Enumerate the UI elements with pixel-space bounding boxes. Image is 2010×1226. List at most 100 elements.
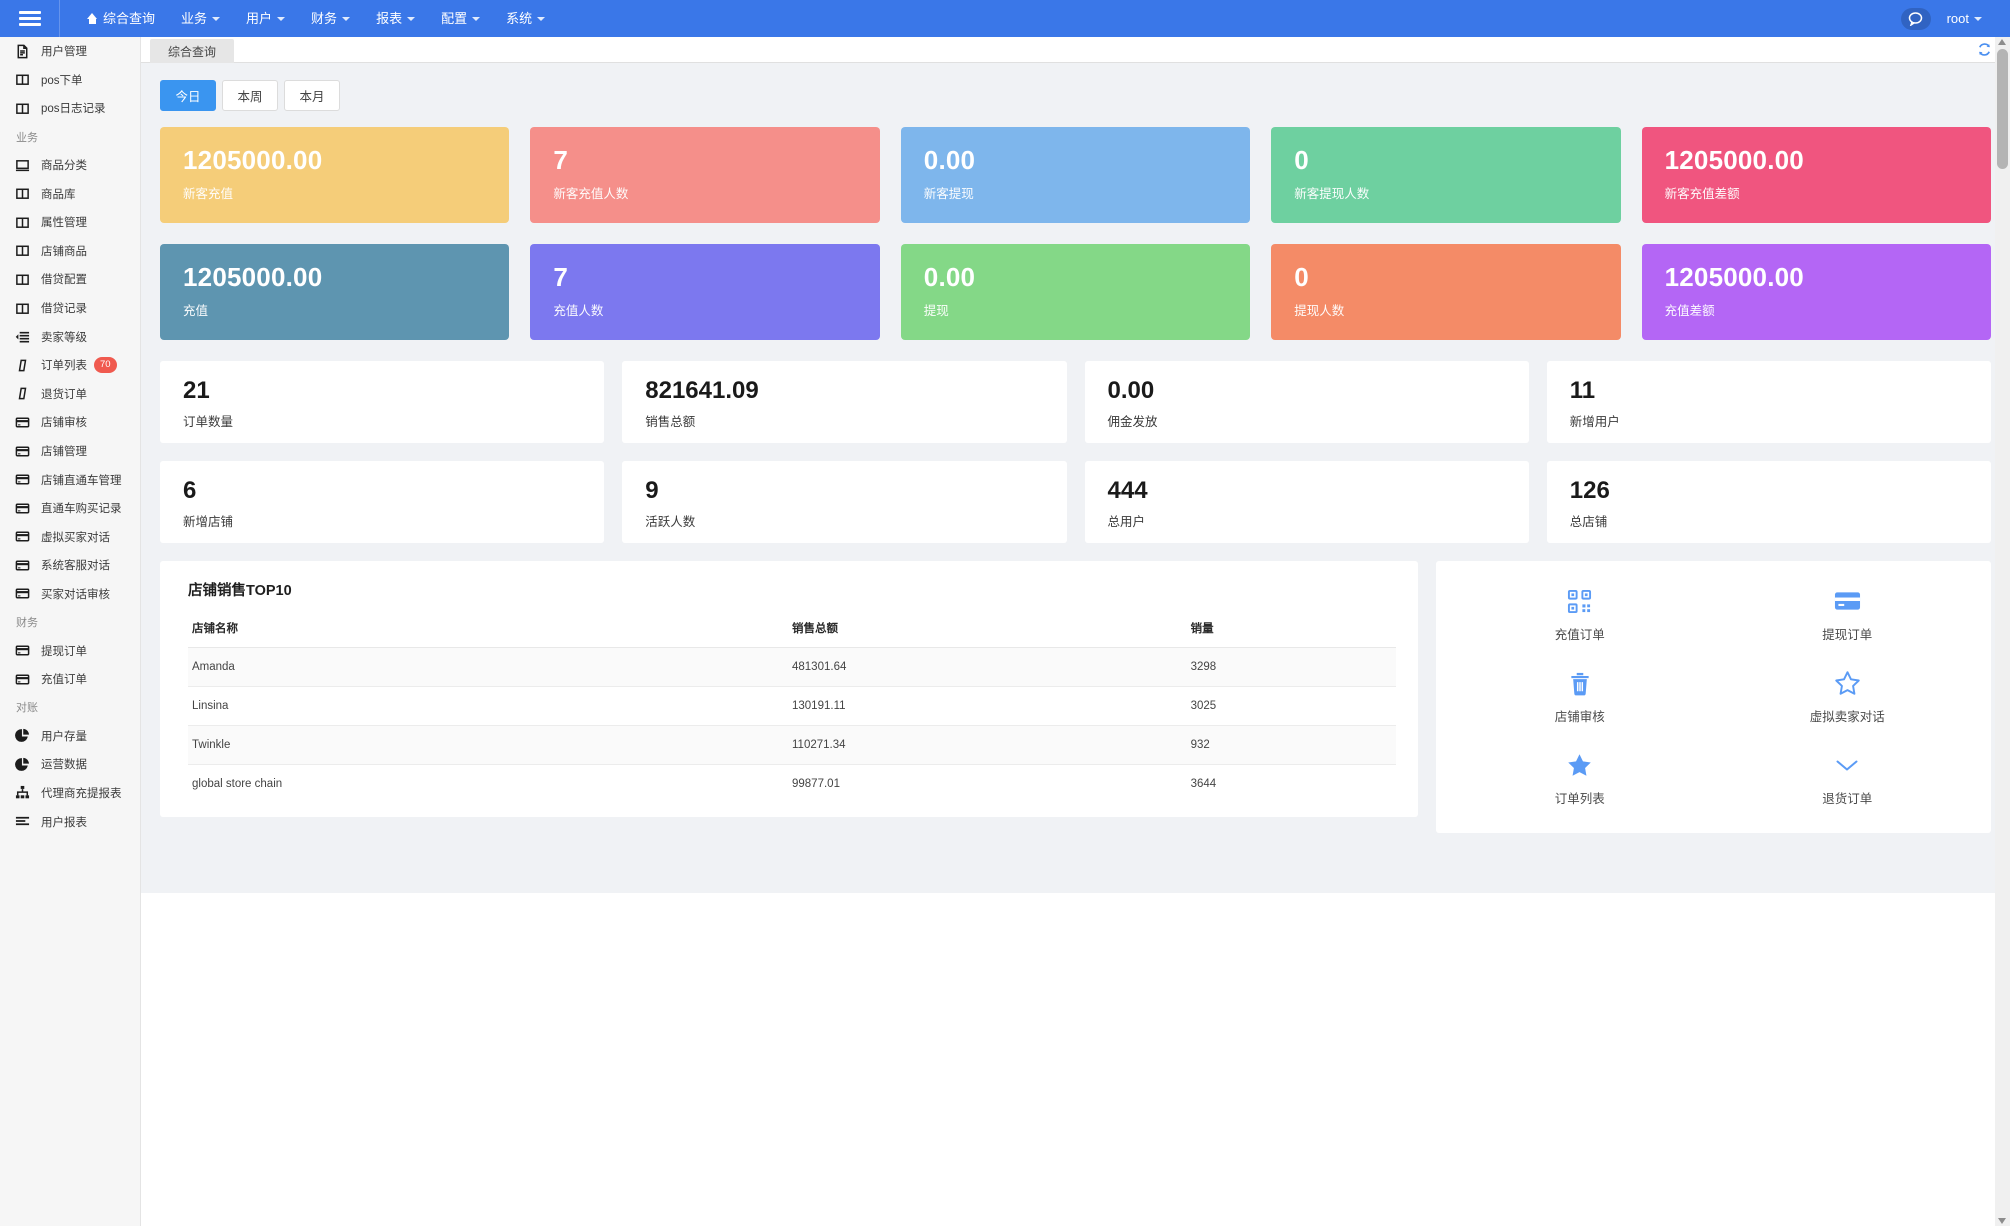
sidebar-item-5[interactable]: 商品分类 xyxy=(0,151,140,180)
user-menu[interactable]: root xyxy=(1947,11,1982,26)
sidebar-item-28[interactable]: 用户报表 xyxy=(0,807,140,836)
sidebar-group-title: 财务 xyxy=(16,617,38,630)
kpi-card-3[interactable]: 0.00 新客提现 xyxy=(900,127,1251,223)
sidebar-item-27[interactable]: 代理商充提报表 xyxy=(0,779,140,808)
sidebar-item-20[interactable]: 买家对话审核 xyxy=(0,580,140,609)
cell-shop-name: Linsina xyxy=(188,686,792,726)
sidebar-item-15[interactable]: 店铺管理 xyxy=(0,437,140,466)
cell-quantity: 3025 xyxy=(1190,686,1396,726)
credit-card-icon xyxy=(1834,587,1861,615)
trash-icon xyxy=(1569,669,1591,697)
nav-item-4[interactable]: 财务 xyxy=(298,0,363,37)
stat-card-2[interactable]: 821641.09 销售总额 xyxy=(622,361,1067,443)
sidebar-item-7[interactable]: 属性管理 xyxy=(0,208,140,237)
stat-card-8[interactable]: 126 总店铺 xyxy=(1546,461,1991,543)
sidebar-item-18[interactable]: 虚拟买家对话 xyxy=(0,523,140,552)
sidebar-item-label: 用户管理 xyxy=(41,46,87,59)
sidebar-item-11[interactable]: 卖家等级 xyxy=(0,322,140,351)
sidebar-item-25[interactable]: 用户存量 xyxy=(0,721,140,750)
tab-comprehensive-query[interactable]: 综合查询 xyxy=(150,39,235,63)
kpi-card-2[interactable]: 7 新客充值人数 xyxy=(530,127,880,223)
quick-action-4[interactable]: 虚拟卖家对话 xyxy=(1714,669,1982,725)
chat-button[interactable] xyxy=(1900,7,1931,30)
quick-action-5[interactable]: 订单列表 xyxy=(1446,751,1714,807)
sidebar-item-6[interactable]: 商品库 xyxy=(0,179,140,208)
kpi-card-7[interactable]: 7 充值人数 xyxy=(530,244,880,340)
kpi-value: 0.00 xyxy=(923,262,976,292)
stat-label: 总用户 xyxy=(1107,515,1146,530)
sidebar-item-9[interactable]: 借贷配置 xyxy=(0,265,140,294)
scroll-up-arrow-icon[interactable] xyxy=(1998,39,2006,45)
sidebar-item-2[interactable]: pos下单 xyxy=(0,66,140,95)
refresh-icon[interactable] xyxy=(1977,42,1992,62)
period-button-3[interactable]: 本月 xyxy=(284,80,340,111)
chevron-down-icon xyxy=(537,16,546,21)
stat-card-3[interactable]: 0.00 佣金发放 xyxy=(1084,361,1529,443)
period-button-1[interactable]: 今日 xyxy=(160,80,216,111)
quick-action-3[interactable]: 店铺审核 xyxy=(1446,669,1714,725)
sidebar-item-26[interactable]: 运营数据 xyxy=(0,750,140,779)
sidebar-item-1[interactable]: 用户管理 xyxy=(0,37,140,66)
stat-card-7[interactable]: 444 总用户 xyxy=(1084,461,1529,543)
columns-icon xyxy=(14,300,30,316)
sidebar-item-17[interactable]: 直通车购买记录 xyxy=(0,494,140,523)
nav-item-label: 用户 xyxy=(246,11,273,26)
nav-item-6[interactable]: 配置 xyxy=(428,0,493,37)
kpi-card-10[interactable]: 1205000.00 充值差额 xyxy=(1641,244,1991,340)
quick-action-label: 充值订单 xyxy=(1554,628,1605,642)
list-icon xyxy=(14,814,30,830)
kpi-card-1[interactable]: 1205000.00 新客充值 xyxy=(160,127,510,223)
sidebar-item-23[interactable]: 充值订单 xyxy=(0,665,140,694)
hamburger-menu-button[interactable] xyxy=(0,0,60,37)
sidebar-item-14[interactable]: 店铺审核 xyxy=(0,408,140,437)
sidebar-item-label: pos日志记录 xyxy=(41,103,106,116)
quick-action-1[interactable]: 充值订单 xyxy=(1446,587,1714,643)
kpi-card-9[interactable]: 0 提现人数 xyxy=(1271,244,1621,340)
nav-item-label: 系统 xyxy=(506,11,533,26)
sidebar[interactable]: 用户管理 pos下单 pos日志记录 业务 商品分类 商品库 属性管理 店铺商品 借贷配置 借贷记… xyxy=(0,37,141,1226)
nav-item-3[interactable]: 用户 xyxy=(233,0,298,37)
sidebar-item-label: 运营数据 xyxy=(41,759,87,772)
cell-shop-name: Twinkle xyxy=(188,725,792,765)
sidebar-item-8[interactable]: 店铺商品 xyxy=(0,237,140,266)
table-row[interactable]: Amanda 481301.64 3298 xyxy=(188,647,1396,687)
sidebar-item-16[interactable]: 店铺直通车管理 xyxy=(0,465,140,494)
table-row[interactable]: global store chain 99877.01 3644 xyxy=(188,765,1396,804)
kpi-card-5[interactable]: 1205000.00 新客充值差额 xyxy=(1641,127,1991,223)
sidebar-item-12[interactable]: 订单列表 70 xyxy=(0,351,140,380)
nav-item-2[interactable]: 业务 xyxy=(168,0,233,37)
kpi-card-8[interactable]: 0.00 提现 xyxy=(900,244,1251,340)
scrollbar-thumb[interactable] xyxy=(1997,49,2008,169)
page-scrollbar[interactable] xyxy=(1995,37,2010,1226)
kpi-white-cards-row1: 21 订单数量 821641.09 销售总额 0.00 佣金发放 11 新增用户 xyxy=(160,361,1991,443)
stat-card-5[interactable]: 6 新增店铺 xyxy=(160,461,605,543)
nav-item-1[interactable]: 综合查询 xyxy=(74,0,168,37)
nav-item-label: 业务 xyxy=(181,11,208,26)
credit-card-icon xyxy=(14,671,30,687)
stat-card-6[interactable]: 9 活跃人数 xyxy=(622,461,1067,543)
sidebar-item-10[interactable]: 借贷记录 xyxy=(0,294,140,323)
table-row[interactable]: Twinkle 110271.34 932 xyxy=(188,725,1396,765)
quick-action-6[interactable]: 退货订单 xyxy=(1714,751,1982,807)
sidebar-item-3[interactable]: pos日志记录 xyxy=(0,94,140,123)
nav-item-7[interactable]: 系统 xyxy=(493,0,558,37)
credit-card-icon xyxy=(14,500,30,516)
nav-item-5[interactable]: 报表 xyxy=(363,0,428,37)
stat-card-1[interactable]: 21 订单数量 xyxy=(160,361,605,443)
sidebar-item-22[interactable]: 提现订单 xyxy=(0,636,140,665)
kpi-card-6[interactable]: 1205000.00 充值 xyxy=(160,244,510,340)
stat-card-4[interactable]: 11 新增用户 xyxy=(1546,361,1991,443)
kpi-value: 1205000.00 xyxy=(1664,262,1804,292)
kpi-label: 新客充值人数 xyxy=(553,187,629,202)
sidebar-item-label: 店铺管理 xyxy=(41,446,87,459)
quick-action-2[interactable]: 提现订单 xyxy=(1714,587,1982,643)
scroll-down-arrow-icon[interactable] xyxy=(1998,1218,2006,1224)
period-button-2[interactable]: 本周 xyxy=(222,80,278,111)
table-row[interactable]: Linsina 130191.11 3025 xyxy=(188,686,1396,726)
quick-actions-grid: 充值订单 提现订单 店铺审核 虚拟卖家对话 订单列表 退货订单 xyxy=(1446,587,1981,807)
kpi-value: 1205000.00 xyxy=(183,262,323,292)
sidebar-item-19[interactable]: 系统客服对话 xyxy=(0,551,140,580)
kpi-card-4[interactable]: 0 新客提现人数 xyxy=(1271,127,1621,223)
stat-value: 6 xyxy=(183,477,197,504)
sidebar-item-13[interactable]: 退货订单 xyxy=(0,380,140,409)
